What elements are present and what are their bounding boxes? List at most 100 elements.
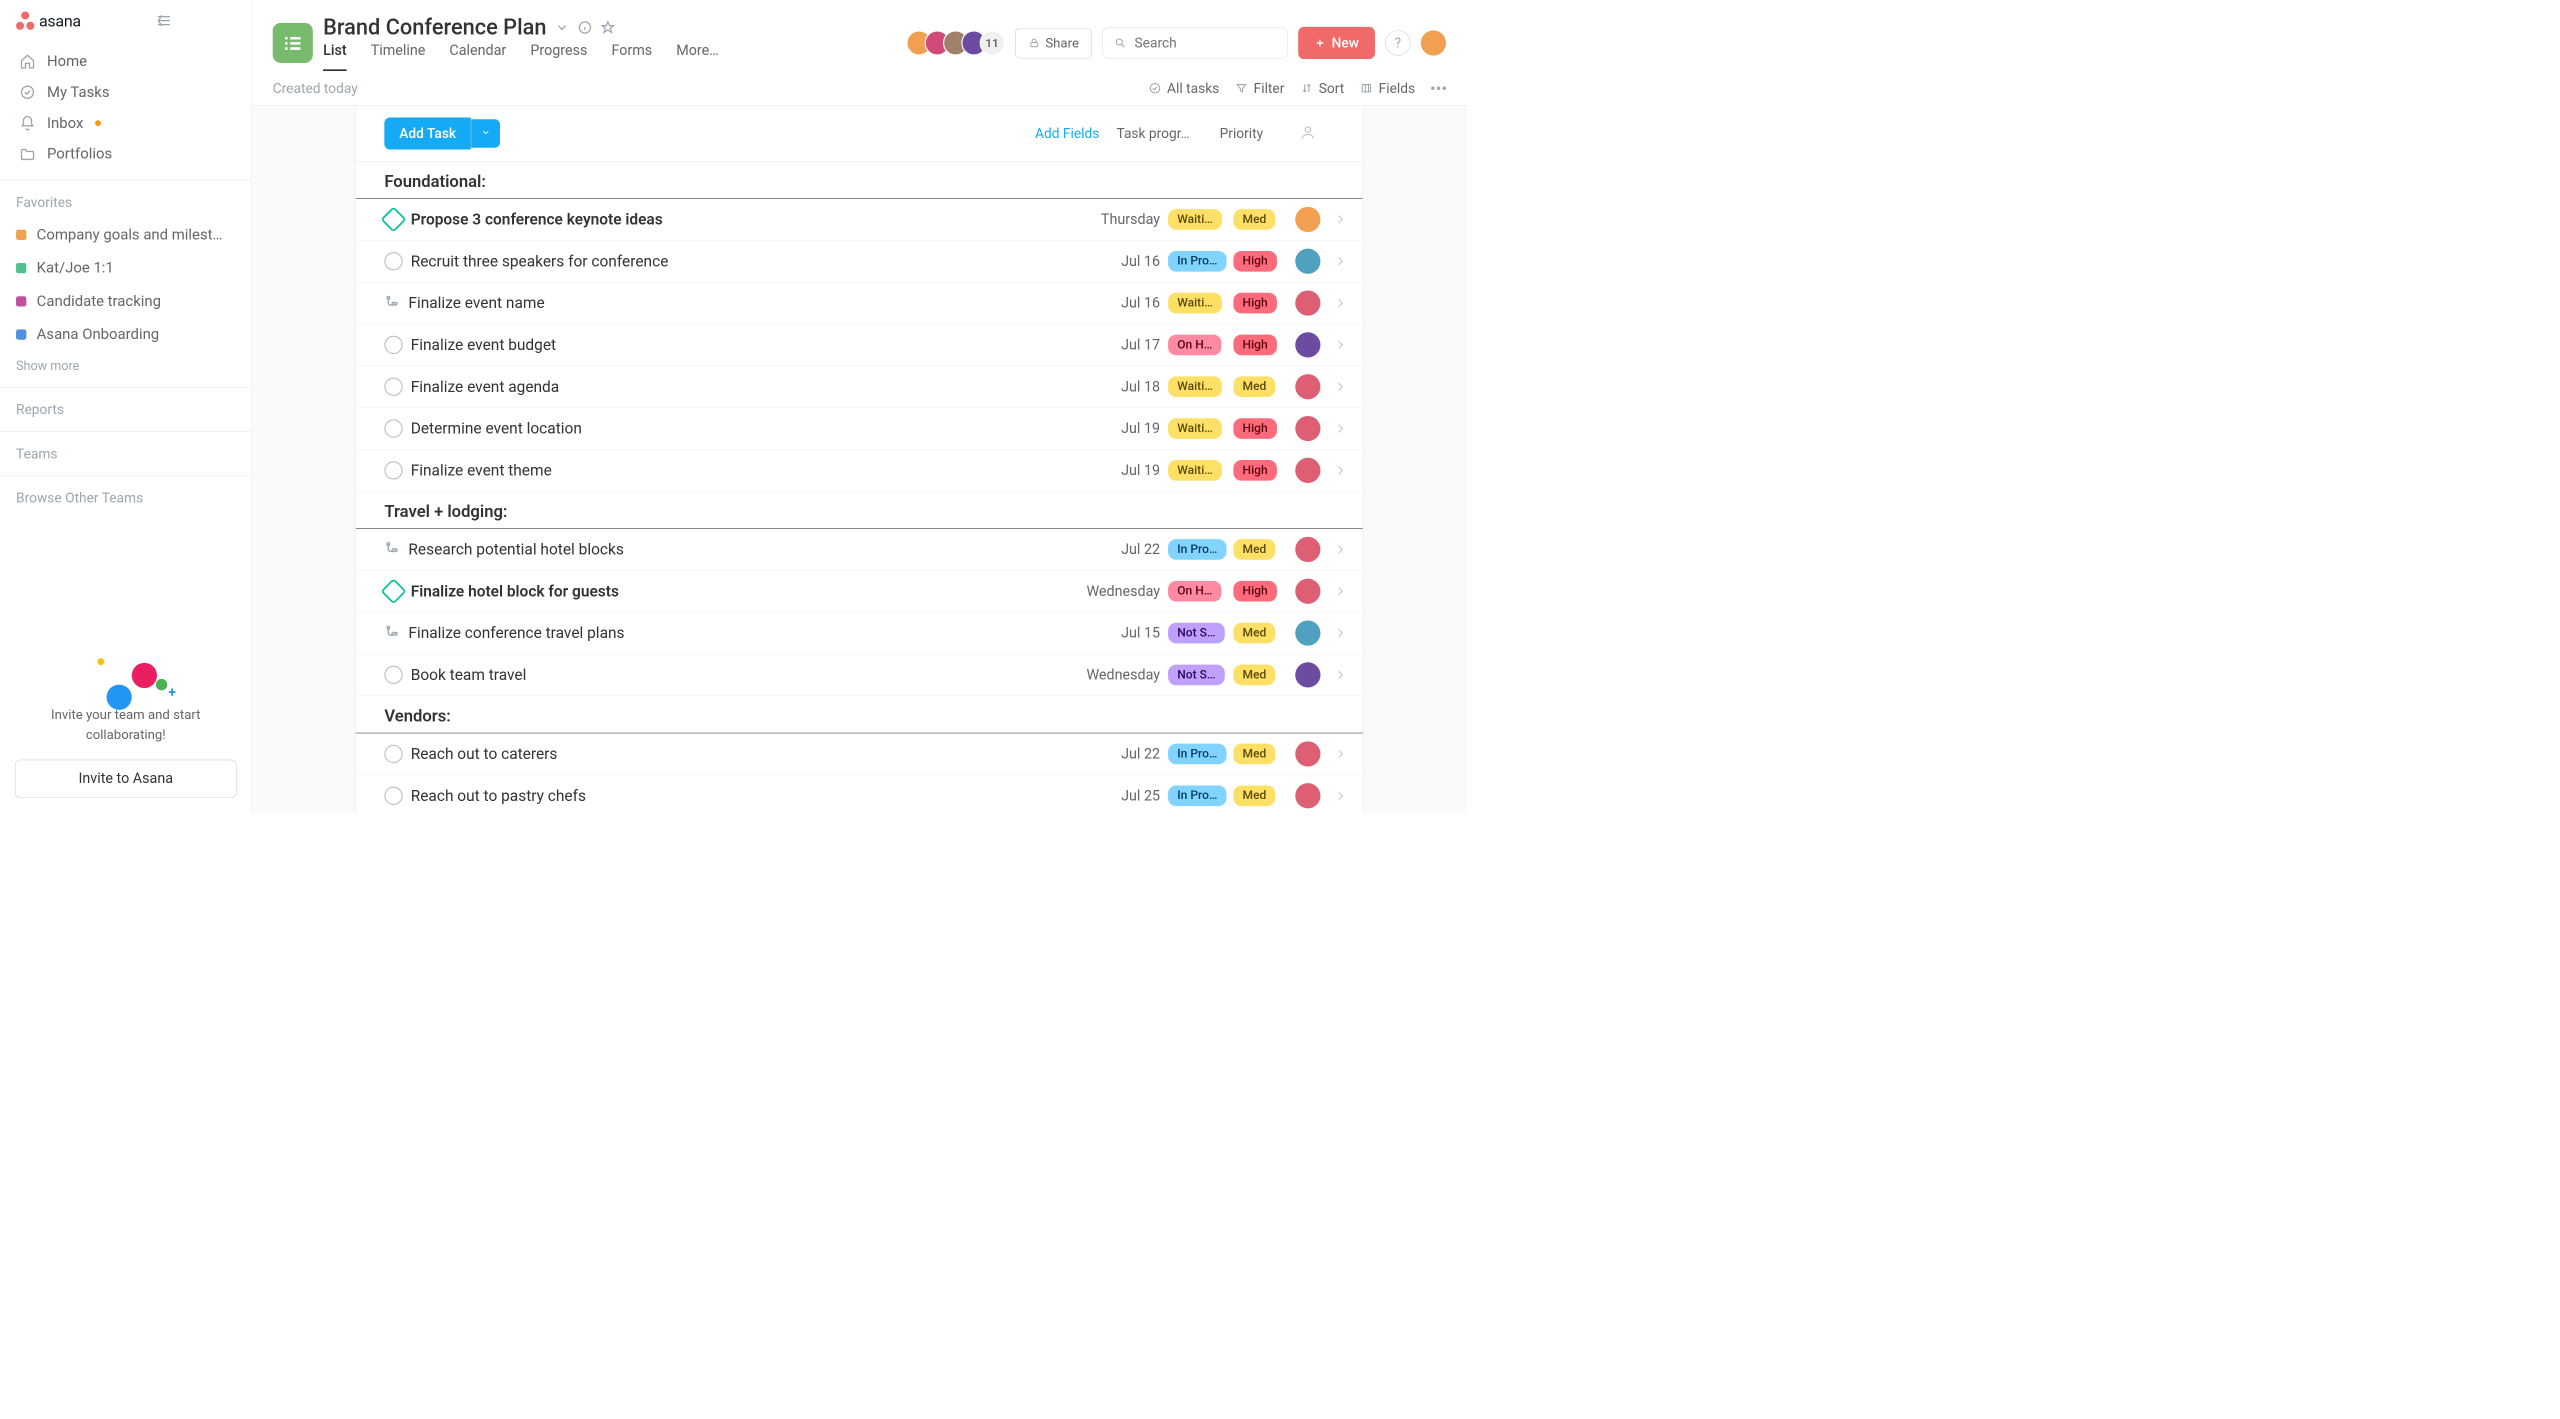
- task-date[interactable]: Jul 15: [1057, 625, 1160, 642]
- section-heading[interactable]: Vendors:: [356, 696, 1363, 733]
- status-pill[interactable]: Waiti…: [1168, 460, 1222, 481]
- priority-pill[interactable]: Med: [1233, 744, 1275, 765]
- priority-pill[interactable]: High: [1233, 418, 1276, 439]
- task-date[interactable]: Jul 17: [1057, 337, 1160, 354]
- tab-more[interactable]: More…: [676, 42, 719, 71]
- chevron-down-icon[interactable]: [555, 20, 570, 35]
- task-date[interactable]: Jul 16: [1057, 253, 1160, 270]
- assignee-avatar[interactable]: [1295, 741, 1320, 766]
- task-row[interactable]: Recruit three speakers for conferenceJul…: [356, 241, 1363, 283]
- status-pill[interactable]: In Pro…: [1168, 539, 1227, 560]
- nav-my-tasks[interactable]: My Tasks: [8, 77, 243, 108]
- favorite-item[interactable]: Candidate tracking: [0, 285, 252, 318]
- col-priority-header[interactable]: Priority: [1220, 125, 1283, 141]
- complete-checkbox[interactable]: [384, 378, 402, 396]
- priority-pill[interactable]: Med: [1233, 539, 1275, 560]
- assignee-avatar[interactable]: [1295, 332, 1320, 357]
- search-input[interactable]: [1135, 35, 1276, 51]
- status-pill[interactable]: Waiti…: [1168, 209, 1222, 230]
- task-row[interactable]: Reach out to caterersJul 22In Pro…Med: [356, 733, 1363, 775]
- assignee-avatar[interactable]: [1295, 537, 1320, 562]
- task-row[interactable]: Determine event locationJul 19Waiti…High: [356, 408, 1363, 450]
- add-fields-button[interactable]: Add Fields: [1035, 125, 1099, 141]
- asana-logo[interactable]: asana: [16, 11, 96, 29]
- status-pill[interactable]: In Pro…: [1168, 785, 1227, 806]
- complete-checkbox[interactable]: [384, 745, 402, 763]
- avatar-stack[interactable]: 11: [906, 30, 1005, 55]
- assignee-avatar[interactable]: [1295, 416, 1320, 441]
- browse-teams-button[interactable]: Browse Other Teams: [0, 482, 252, 514]
- task-row[interactable]: Finalize event nameJul 16Waiti…High: [356, 282, 1363, 324]
- task-row[interactable]: Finalize event themeJul 19Waiti…High: [356, 450, 1363, 492]
- status-pill[interactable]: Not S…: [1168, 665, 1224, 686]
- star-icon[interactable]: [600, 20, 615, 35]
- share-button[interactable]: Share: [1015, 28, 1092, 58]
- priority-pill[interactable]: High: [1233, 335, 1276, 356]
- priority-pill[interactable]: Med: [1233, 209, 1275, 230]
- task-row[interactable]: Book team travelWednesdayNot S…Med: [356, 654, 1363, 696]
- favorite-item[interactable]: Asana Onboarding: [0, 318, 252, 351]
- section-heading[interactable]: Foundational:: [356, 162, 1363, 199]
- complete-checkbox[interactable]: [384, 336, 402, 354]
- assignee-avatar[interactable]: [1295, 662, 1320, 687]
- all-tasks-button[interactable]: All tasks: [1149, 80, 1220, 96]
- sort-button[interactable]: Sort: [1300, 80, 1344, 96]
- task-row[interactable]: Finalize hotel block for guestsWednesday…: [356, 571, 1363, 613]
- project-title[interactable]: Brand Conference Plan: [323, 15, 546, 40]
- nav-portfolios[interactable]: Portfolios: [8, 139, 243, 170]
- more-actions-button[interactable]: [1431, 87, 1446, 90]
- favorite-item[interactable]: Company goals and milest…: [0, 218, 252, 251]
- show-more-button[interactable]: Show more: [0, 351, 252, 381]
- complete-checkbox[interactable]: [384, 666, 402, 684]
- complete-checkbox[interactable]: [384, 419, 402, 437]
- col-status-header[interactable]: Task progr…: [1117, 125, 1203, 141]
- task-date[interactable]: Wednesday: [1057, 667, 1160, 684]
- task-date[interactable]: Jul 18: [1057, 378, 1160, 395]
- nav-home[interactable]: Home: [8, 46, 243, 77]
- me-avatar[interactable]: [1421, 30, 1446, 55]
- priority-pill[interactable]: High: [1233, 251, 1276, 272]
- new-button[interactable]: New: [1298, 27, 1375, 59]
- project-icon[interactable]: [273, 23, 313, 63]
- task-date[interactable]: Jul 16: [1057, 295, 1160, 312]
- priority-pill[interactable]: Med: [1233, 785, 1275, 806]
- assignee-avatar[interactable]: [1295, 207, 1320, 232]
- assignee-avatar[interactable]: [1295, 374, 1320, 399]
- priority-pill[interactable]: High: [1233, 460, 1276, 481]
- status-pill[interactable]: Not S…: [1168, 623, 1224, 644]
- search-box[interactable]: [1102, 27, 1288, 58]
- tab-timeline[interactable]: Timeline: [371, 42, 426, 71]
- task-date[interactable]: Jul 22: [1057, 746, 1160, 763]
- col-assignee-header[interactable]: [1300, 124, 1334, 142]
- nav-inbox[interactable]: Inbox: [8, 108, 243, 139]
- reports-heading[interactable]: Reports: [0, 394, 252, 426]
- priority-pill[interactable]: High: [1233, 581, 1276, 602]
- task-row[interactable]: Reach out to pastry chefsJul 25In Pro…Me…: [356, 775, 1363, 813]
- section-heading[interactable]: Travel + lodging:: [356, 492, 1363, 529]
- tab-calendar[interactable]: Calendar: [449, 42, 506, 71]
- add-task-button[interactable]: Add Task: [384, 117, 471, 149]
- task-row[interactable]: Finalize event budgetJul 17On H…High: [356, 324, 1363, 366]
- assignee-avatar[interactable]: [1295, 249, 1320, 274]
- tab-progress[interactable]: Progress: [530, 42, 587, 71]
- priority-pill[interactable]: Med: [1233, 665, 1275, 686]
- assignee-avatar[interactable]: [1295, 290, 1320, 315]
- status-pill[interactable]: Waiti…: [1168, 418, 1222, 439]
- complete-checkbox[interactable]: [384, 787, 402, 805]
- status-pill[interactable]: On H…: [1168, 581, 1221, 602]
- priority-pill[interactable]: Med: [1233, 376, 1275, 397]
- collapse-sidebar-button[interactable]: [154, 10, 175, 31]
- status-pill[interactable]: In Pro…: [1168, 251, 1227, 272]
- status-pill[interactable]: Waiti…: [1168, 293, 1222, 314]
- priority-pill[interactable]: High: [1233, 293, 1276, 314]
- status-pill[interactable]: In Pro…: [1168, 744, 1227, 765]
- invite-to-asana-button[interactable]: Invite to Asana: [15, 760, 237, 798]
- assignee-avatar[interactable]: [1295, 579, 1320, 604]
- task-date[interactable]: Jul 19: [1057, 462, 1160, 479]
- task-row[interactable]: Finalize conference travel plansJul 15No…: [356, 612, 1363, 654]
- tab-list[interactable]: List: [323, 42, 347, 71]
- task-row[interactable]: Propose 3 conference keynote ideasThursd…: [356, 199, 1363, 241]
- milestone-icon[interactable]: [381, 206, 407, 232]
- task-date[interactable]: Wednesday: [1057, 583, 1160, 600]
- filter-button[interactable]: Filter: [1235, 80, 1284, 96]
